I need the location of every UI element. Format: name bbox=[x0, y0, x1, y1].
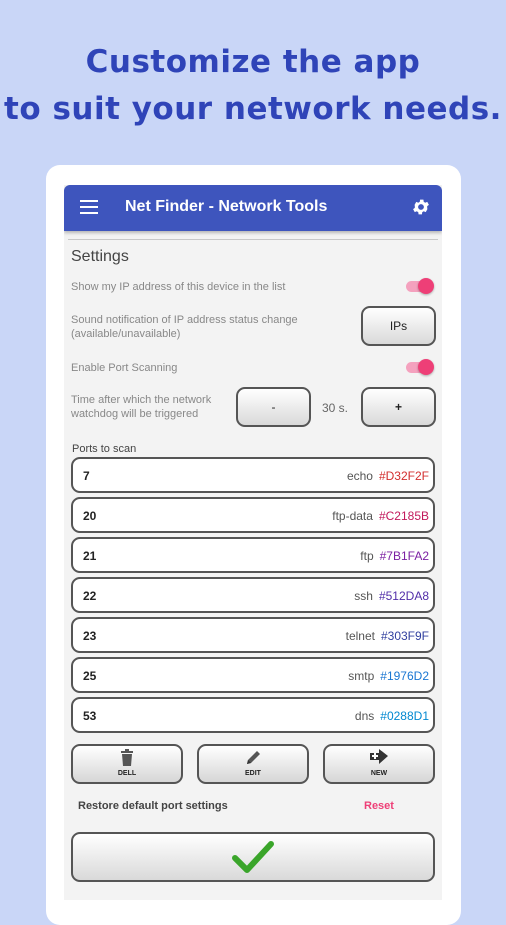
port-row[interactable]: 21 ftp #7B1FA2 bbox=[71, 537, 435, 573]
port-service: telnet bbox=[345, 629, 375, 643]
app-bar: Net Finder - Network Tools bbox=[64, 185, 442, 231]
app-title: Net Finder - Network Tools bbox=[125, 198, 328, 215]
reset-link[interactable]: Reset bbox=[364, 800, 394, 812]
port-row[interactable]: 53 dns #0288D1 bbox=[71, 697, 435, 733]
settings-title: Settings bbox=[71, 248, 129, 265]
port-number: 23 bbox=[83, 629, 97, 643]
port-service: echo bbox=[346, 469, 373, 483]
headline-line-1: Customize the app bbox=[85, 44, 421, 80]
port-color: #0288D1 bbox=[380, 709, 429, 723]
port-row[interactable]: 20 ftp-data #C2185B bbox=[71, 497, 435, 533]
port-color: #C2185B bbox=[378, 509, 429, 523]
port-color: #1976D2 bbox=[380, 669, 429, 683]
restore-label: Restore default port settings bbox=[78, 800, 228, 812]
show-ip-label: Show my IP address of this device in the… bbox=[71, 281, 286, 293]
delete-label: DELL bbox=[117, 770, 137, 777]
ips-button[interactable]: IPs bbox=[361, 306, 436, 346]
port-scan-label: Enable Port Scanning bbox=[71, 362, 178, 374]
port-color: #512DA8 bbox=[378, 589, 429, 603]
port-scan-toggle[interactable] bbox=[404, 359, 434, 375]
gear-icon[interactable] bbox=[411, 197, 431, 217]
port-service: ftp bbox=[360, 549, 374, 563]
port-row[interactable]: 22 ssh #512DA8 bbox=[71, 577, 435, 613]
port-row[interactable]: 23 telnet #303F9F bbox=[71, 617, 435, 653]
sound-label-line-2: (available/unavailable) bbox=[71, 328, 181, 340]
port-row[interactable]: 25 smtp #1976D2 bbox=[71, 657, 435, 693]
sound-label-line-1: Sound notification of IP address status … bbox=[71, 314, 298, 326]
edit-button[interactable]: EDIT bbox=[197, 744, 309, 784]
edit-label: EDIT bbox=[245, 770, 261, 777]
port-row[interactable]: 7 echo #D32F2F bbox=[71, 457, 435, 493]
ports-list: 7 echo #D32F2F 20 ftp-data #C2185B 21 ftp #… bbox=[64, 457, 442, 735]
port-service: ftp-data bbox=[332, 509, 373, 523]
port-color: #7B1FA2 bbox=[379, 549, 429, 563]
port-service: dns bbox=[354, 709, 375, 723]
port-number: 21 bbox=[83, 549, 97, 563]
watchdog-label-line-1: Time after which the network bbox=[71, 394, 212, 406]
port-service: smtp bbox=[348, 669, 375, 683]
checkmark-icon bbox=[232, 841, 274, 873]
divider bbox=[68, 239, 438, 240]
app-screen: Net Finder - Network Tools Settings Show… bbox=[64, 185, 442, 900]
delete-button[interactable]: DELL bbox=[71, 744, 183, 784]
new-button[interactable]: NEW bbox=[323, 744, 435, 784]
confirm-button[interactable] bbox=[71, 832, 435, 882]
pencil-icon bbox=[246, 751, 260, 764]
port-number: 53 bbox=[83, 709, 97, 723]
trash-icon bbox=[121, 749, 133, 766]
port-color: #303F9F bbox=[380, 629, 429, 643]
increase-button[interactable]: + bbox=[361, 387, 436, 427]
new-label: NEW bbox=[370, 770, 388, 777]
show-ip-toggle[interactable] bbox=[404, 278, 434, 294]
port-number: 22 bbox=[83, 589, 97, 603]
watchdog-label-line-2: watchdog will be triggered bbox=[71, 408, 199, 420]
watchdog-value: 30 s. bbox=[322, 401, 349, 415]
port-service: ssh bbox=[354, 589, 373, 603]
ports-title: Ports to scan bbox=[72, 443, 137, 455]
port-number: 20 bbox=[83, 509, 97, 523]
port-number: 25 bbox=[83, 669, 97, 683]
menu-icon[interactable] bbox=[80, 200, 98, 214]
headline-line-2: to suit your network needs. bbox=[4, 91, 502, 127]
add-icon bbox=[370, 749, 388, 764]
port-number: 7 bbox=[83, 469, 90, 483]
decrease-button[interactable]: - bbox=[236, 387, 311, 427]
port-color: #D32F2F bbox=[378, 469, 429, 483]
